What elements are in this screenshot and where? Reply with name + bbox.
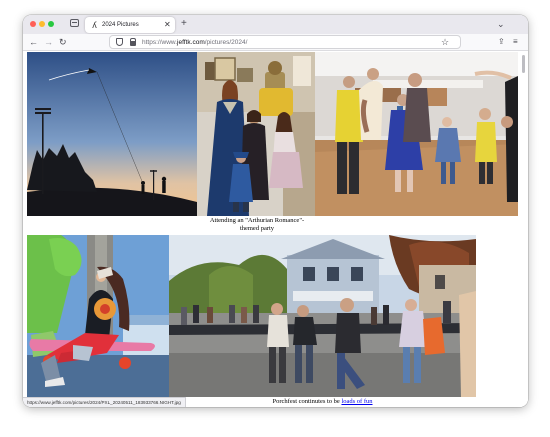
photo-arthurian-party[interactable] xyxy=(197,52,315,216)
close-tab-icon[interactable]: ✕ xyxy=(164,20,171,30)
caption-arthurian-party: Attending an "Arthurian Romance"-themed … xyxy=(209,217,305,232)
caption-porchfest: Porchfest continutes to be loads of fun xyxy=(219,398,426,406)
lock-icon[interactable] xyxy=(130,38,136,46)
browser-window: ʎ 2024 Pictures ✕ + ⌄ ← → ↻ https://www.… xyxy=(23,15,528,407)
tab-2024-pictures[interactable]: ʎ 2024 Pictures ✕ xyxy=(85,17,175,33)
url-prefix: https://www. xyxy=(142,39,178,46)
back-arrow-icon[interactable]: ← xyxy=(29,36,38,48)
photo-kite-sunset[interactable] xyxy=(27,52,197,216)
tracking-protection-shield-icon[interactable] xyxy=(116,38,123,46)
address-bar[interactable]: https://www.jefftk.com/pictures/2024/ ☆ xyxy=(109,35,461,49)
tab-title: 2024 Pictures xyxy=(102,22,139,28)
tab-list-chevron-icon[interactable]: ⌄ xyxy=(497,17,505,31)
url-text[interactable]: https://www.jefftk.com/pictures/2024/ xyxy=(142,38,247,47)
caption-porchfest-text: Porchfest continutes to be xyxy=(272,398,342,405)
tab-overview-icon[interactable] xyxy=(70,19,79,27)
photo-indoor-dance[interactable] xyxy=(315,52,518,216)
link-status-bar: https://www.jefftk.com/pictures/2024/PXL… xyxy=(23,397,186,407)
url-domain: jefftk.com xyxy=(177,39,205,46)
bookmark-star-icon[interactable]: ☆ xyxy=(441,36,449,48)
reload-icon[interactable]: ↻ xyxy=(59,36,67,48)
jeff-favicon-icon: ʎ xyxy=(92,20,97,30)
close-window-button[interactable] xyxy=(30,21,36,27)
tab-bar: ʎ 2024 Pictures ✕ + ⌄ xyxy=(23,15,528,34)
new-tab-icon[interactable]: + xyxy=(181,18,187,30)
minimize-window-button[interactable] xyxy=(39,21,45,27)
navigation-toolbar: ← → ↻ https://www.jefftk.com/pictures/20… xyxy=(23,34,528,51)
loads-of-fun-link[interactable]: loads of fun xyxy=(341,398,372,405)
extensions-icon[interactable]: ⇪ xyxy=(498,36,505,48)
scrollbar-thumb[interactable] xyxy=(522,55,525,73)
page-content: Attending an "Arthurian Romance"-themed … xyxy=(23,52,528,407)
photo-porchfest[interactable] xyxy=(169,235,476,397)
zoom-window-button[interactable] xyxy=(48,21,54,27)
photo-skateboard[interactable] xyxy=(27,235,169,397)
hamburger-menu-icon[interactable]: ≡ xyxy=(513,36,518,48)
forward-arrow-icon[interactable]: → xyxy=(44,36,53,48)
url-path: /pictures/2024/ xyxy=(204,39,248,46)
